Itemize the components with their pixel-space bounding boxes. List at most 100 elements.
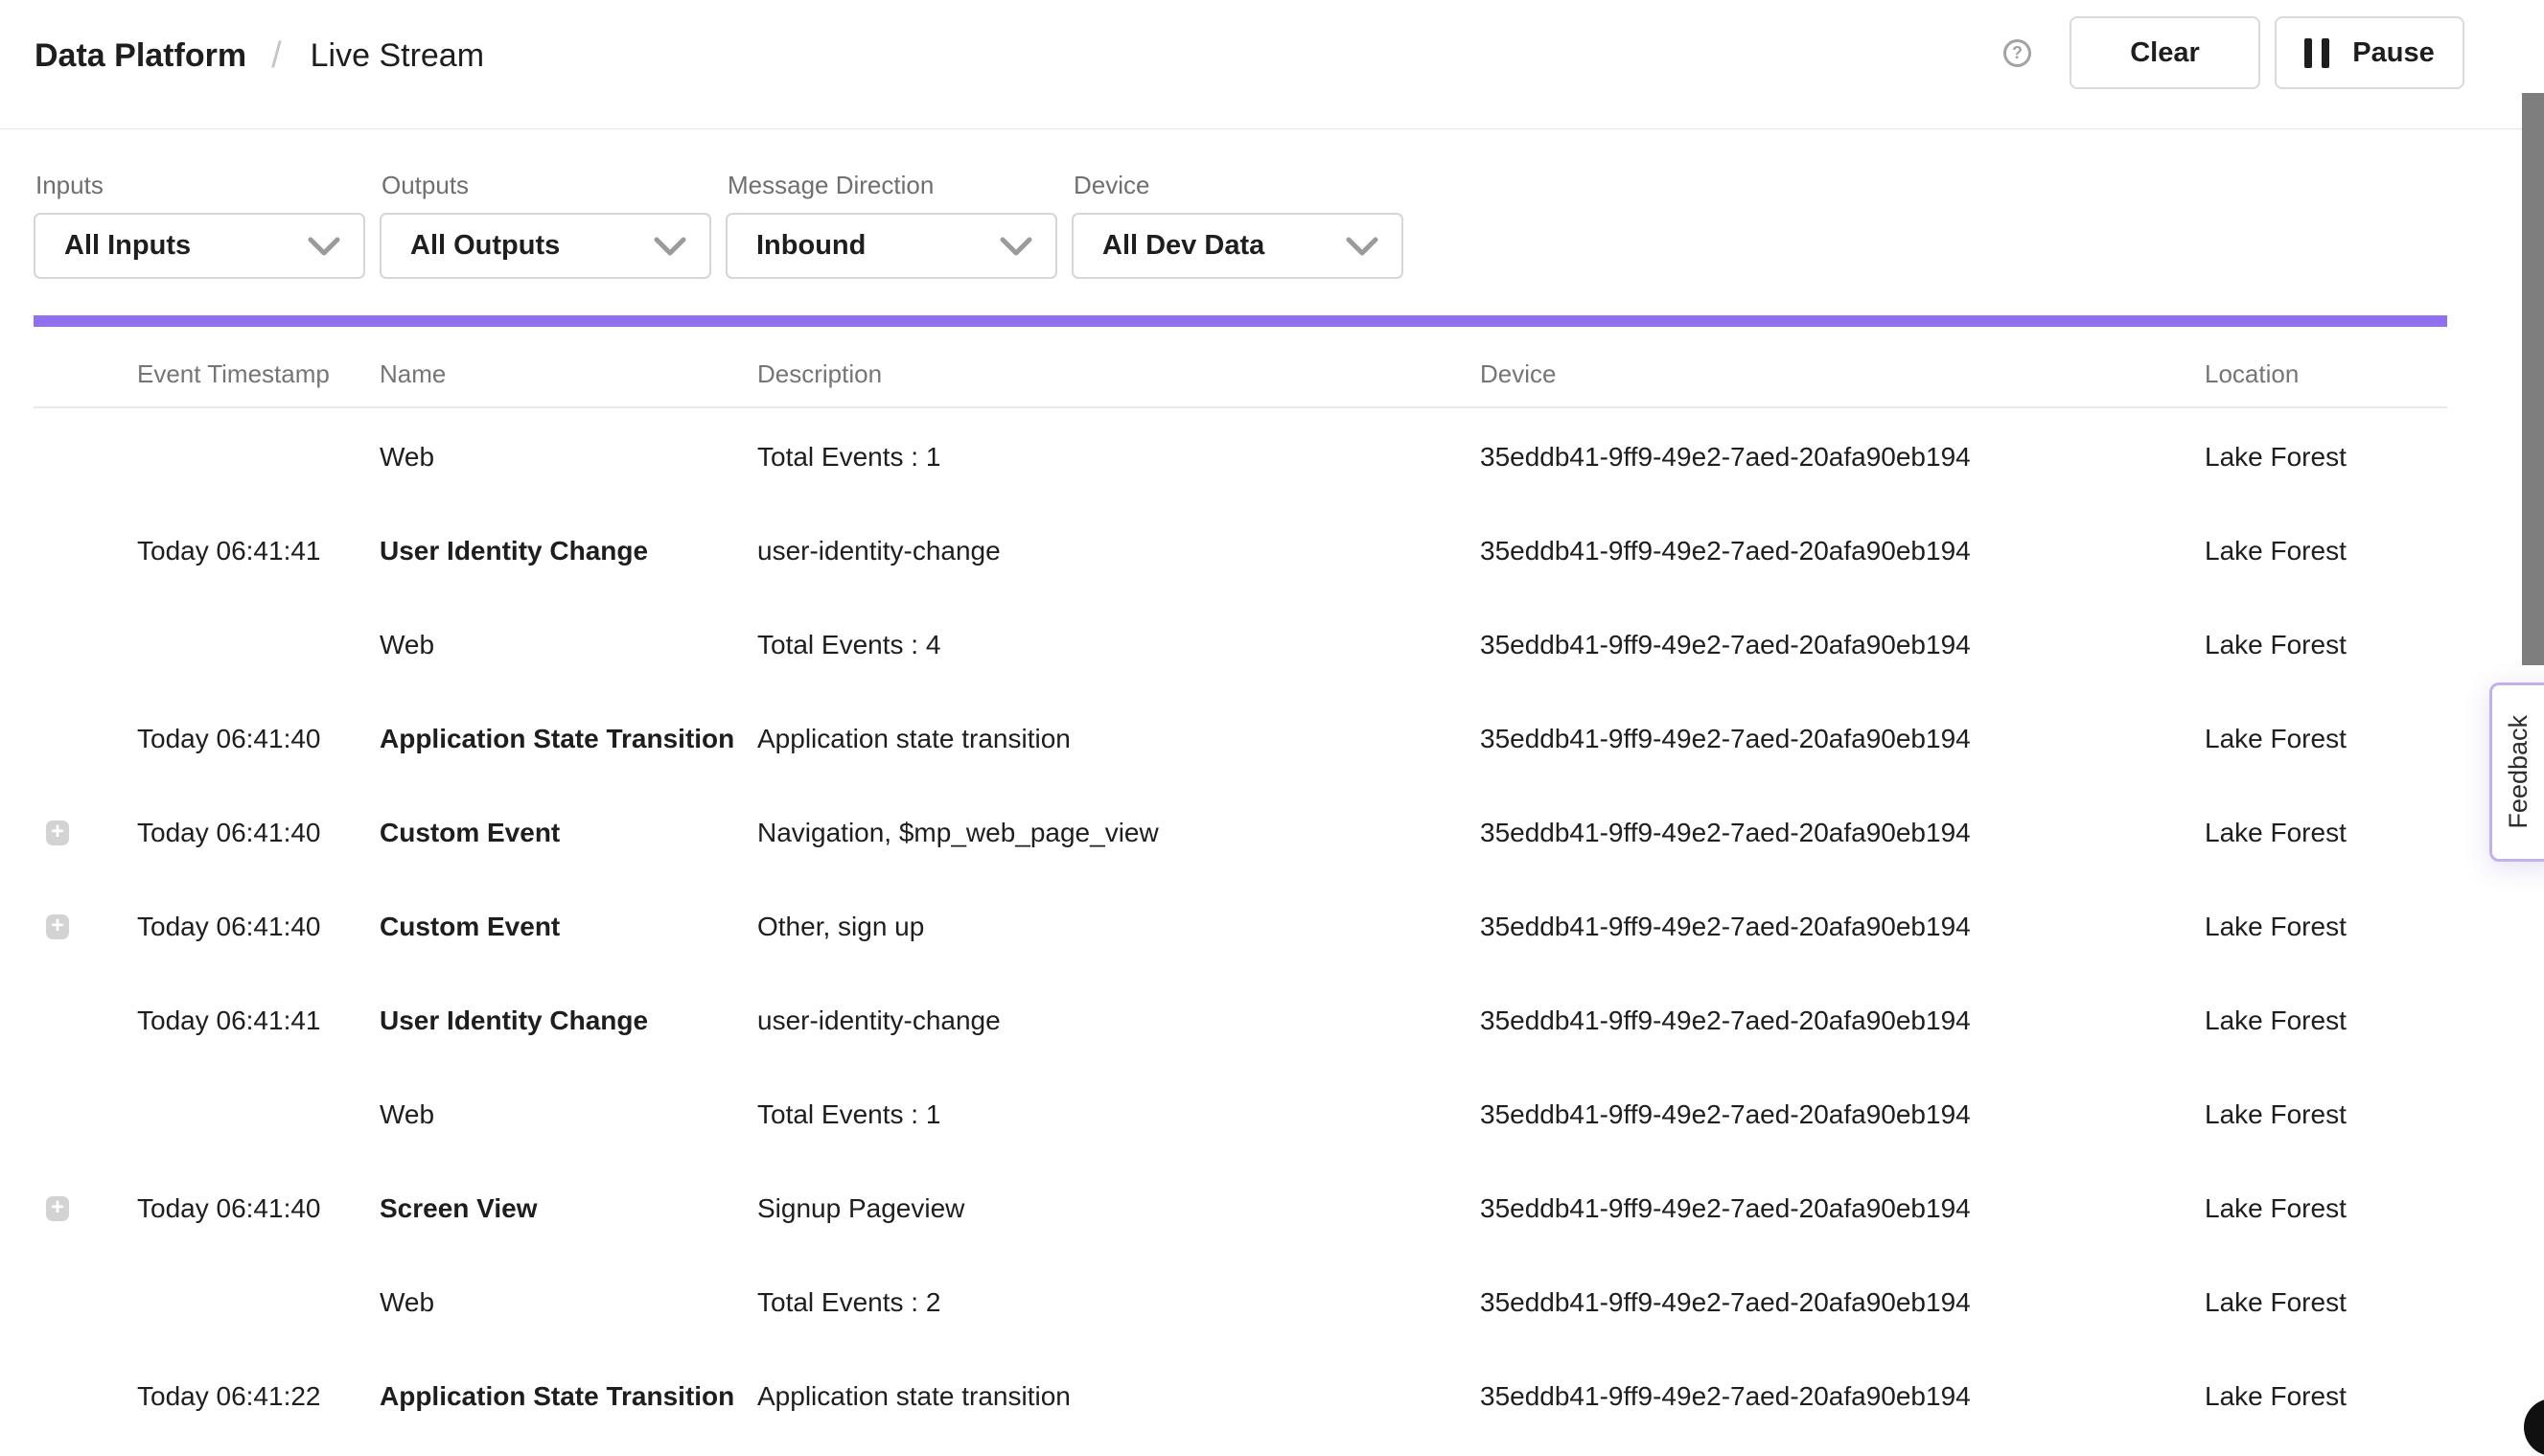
- table-row[interactable]: Today 06:41:40 Application State Transit…: [34, 692, 2447, 786]
- header-actions: ? Clear Pause: [2003, 16, 2464, 89]
- event-location: Lake Forest: [2205, 1193, 2447, 1224]
- table-row[interactable]: Web Total Events : 2 35eddb41-9ff9-49e2-…: [34, 1256, 2447, 1350]
- event-name: Web: [380, 1099, 757, 1130]
- expand-row-button[interactable]: +: [46, 820, 69, 845]
- table-row[interactable]: Web Total Events : 4 35eddb41-9ff9-49e2-…: [34, 598, 2447, 692]
- filter-label: Outputs: [380, 171, 711, 200]
- event-description: Total Events : 1: [757, 1099, 1480, 1130]
- event-name: Web: [380, 442, 757, 473]
- page-title: Live Stream: [311, 37, 484, 75]
- event-name: Application State Transition: [380, 1381, 757, 1412]
- table-header: Event Timestamp Name Description Device …: [34, 327, 2447, 408]
- table-row[interactable]: + Today 06:41:40 Custom Event Navigation…: [34, 786, 2447, 880]
- filter-inputs: Inputs All Inputs: [34, 129, 365, 279]
- event-timestamp: Today 06:41:41: [137, 536, 380, 566]
- table-row[interactable]: Today 06:41:41 User Identity Change user…: [34, 974, 2447, 1068]
- event-location: Lake Forest: [2205, 630, 2447, 660]
- event-timestamp: Today 06:41:40: [137, 912, 380, 942]
- event-location: Lake Forest: [2205, 536, 2447, 566]
- filter-message-direction: Message Direction Inbound: [726, 129, 1057, 279]
- event-timestamp: Today 06:41:40: [137, 724, 380, 754]
- event-description: Navigation, $mp_web_page_view: [757, 818, 1480, 848]
- help-icon[interactable]: ?: [2003, 39, 2031, 67]
- filter-outputs: Outputs All Outputs: [380, 129, 711, 279]
- event-device-id: 35eddb41-9ff9-49e2-7aed-20afa90eb194: [1480, 912, 2205, 942]
- inputs-select[interactable]: All Inputs: [34, 213, 365, 279]
- device-select[interactable]: All Dev Data: [1072, 213, 1403, 279]
- event-name: User Identity Change: [380, 536, 757, 566]
- column-header-device: Device: [1480, 359, 2205, 389]
- event-description: Total Events : 2: [757, 1287, 1480, 1318]
- event-name: Custom Event: [380, 818, 757, 848]
- event-description: Other, sign up: [757, 912, 1480, 942]
- feedback-tab-label: Feedback: [2504, 715, 2533, 829]
- event-name: Web: [380, 630, 757, 660]
- column-header-description: Description: [757, 359, 1480, 389]
- event-timestamp: Today 06:41:40: [137, 818, 380, 848]
- chevron-down-icon: [308, 236, 340, 257]
- event-description: user-identity-change: [757, 1005, 1480, 1036]
- filter-label: Device: [1072, 171, 1403, 200]
- event-location: Lake Forest: [2205, 1099, 2447, 1130]
- event-device-id: 35eddb41-9ff9-49e2-7aed-20afa90eb194: [1480, 1381, 2205, 1412]
- table-row[interactable]: Web Total Events : 1 35eddb41-9ff9-49e2-…: [34, 410, 2447, 504]
- chevron-down-icon: [1000, 236, 1032, 257]
- chevron-down-icon: [654, 236, 686, 257]
- event-device-id: 35eddb41-9ff9-49e2-7aed-20afa90eb194: [1480, 724, 2205, 754]
- expand-row-button[interactable]: +: [46, 914, 69, 939]
- table-row[interactable]: + Today 06:41:40 Custom Event Other, sig…: [34, 880, 2447, 974]
- outputs-select-value: All Outputs: [410, 230, 560, 262]
- chat-widget-button[interactable]: [2524, 1398, 2544, 1456]
- event-device-id: 35eddb41-9ff9-49e2-7aed-20afa90eb194: [1480, 630, 2205, 660]
- event-name: Custom Event: [380, 912, 757, 942]
- table-row[interactable]: Today 06:41:22 Application State Transit…: [34, 1350, 2447, 1444]
- pause-button[interactable]: Pause: [2275, 16, 2464, 89]
- event-device-id: 35eddb41-9ff9-49e2-7aed-20afa90eb194: [1480, 1287, 2205, 1318]
- event-description: user-identity-change: [757, 536, 1480, 566]
- chevron-down-icon: [1346, 236, 1378, 257]
- event-description: Total Events : 1: [757, 442, 1480, 473]
- accent-divider: [34, 315, 2447, 327]
- breadcrumb-root[interactable]: Data Platform: [35, 37, 246, 75]
- event-name: User Identity Change: [380, 1005, 757, 1036]
- table-row[interactable]: Web Total Events : 1 35eddb41-9ff9-49e2-…: [34, 1068, 2447, 1162]
- column-header-location: Location: [2205, 359, 2447, 389]
- event-name: Application State Transition: [380, 724, 757, 754]
- event-location: Lake Forest: [2205, 724, 2447, 754]
- pause-icon: [2304, 38, 2329, 68]
- message-direction-select[interactable]: Inbound: [726, 213, 1057, 279]
- table-row[interactable]: Today 06:41:41 User Identity Change user…: [34, 504, 2447, 598]
- filter-device: Device All Dev Data: [1072, 129, 1403, 279]
- event-device-id: 35eddb41-9ff9-49e2-7aed-20afa90eb194: [1480, 818, 2205, 848]
- inputs-select-value: All Inputs: [64, 230, 191, 262]
- breadcrumb-separator: /: [271, 35, 282, 77]
- event-device-id: 35eddb41-9ff9-49e2-7aed-20afa90eb194: [1480, 1099, 2205, 1130]
- outputs-select[interactable]: All Outputs: [380, 213, 711, 279]
- event-device-id: 35eddb41-9ff9-49e2-7aed-20afa90eb194: [1480, 1193, 2205, 1224]
- event-description: Signup Pageview: [757, 1193, 1480, 1224]
- column-header-name: Name: [380, 359, 757, 389]
- vertical-scrollbar-thumb[interactable]: [2522, 93, 2544, 665]
- event-name: Screen View: [380, 1193, 757, 1224]
- feedback-tab[interactable]: Feedback: [2489, 682, 2544, 862]
- event-description: Application state transition: [757, 724, 1480, 754]
- clear-button-label: Clear: [2130, 37, 2200, 69]
- event-stream-list: Web Total Events : 1 35eddb41-9ff9-49e2-…: [34, 410, 2447, 1444]
- device-select-value: All Dev Data: [1102, 230, 1264, 262]
- clear-button[interactable]: Clear: [2070, 16, 2260, 89]
- message-direction-select-value: Inbound: [756, 230, 866, 262]
- breadcrumb: Data Platform / Live Stream: [35, 8, 484, 104]
- event-location: Lake Forest: [2205, 442, 2447, 473]
- pause-button-label: Pause: [2352, 37, 2434, 69]
- app-header: Data Platform / Live Stream ? Clear Paus…: [0, 0, 2544, 129]
- column-header-event-timestamp: Event Timestamp: [137, 359, 380, 389]
- event-timestamp: Today 06:41:41: [137, 1005, 380, 1036]
- event-location: Lake Forest: [2205, 818, 2447, 848]
- event-name: Web: [380, 1287, 757, 1318]
- event-location: Lake Forest: [2205, 1381, 2447, 1412]
- filter-bar: Inputs All Inputs Outputs All Outputs Me…: [34, 129, 1403, 279]
- table-row[interactable]: + Today 06:41:40 Screen View Signup Page…: [34, 1162, 2447, 1256]
- event-timestamp: Today 06:41:22: [137, 1381, 380, 1412]
- event-location: Lake Forest: [2205, 912, 2447, 942]
- expand-row-button[interactable]: +: [46, 1196, 69, 1221]
